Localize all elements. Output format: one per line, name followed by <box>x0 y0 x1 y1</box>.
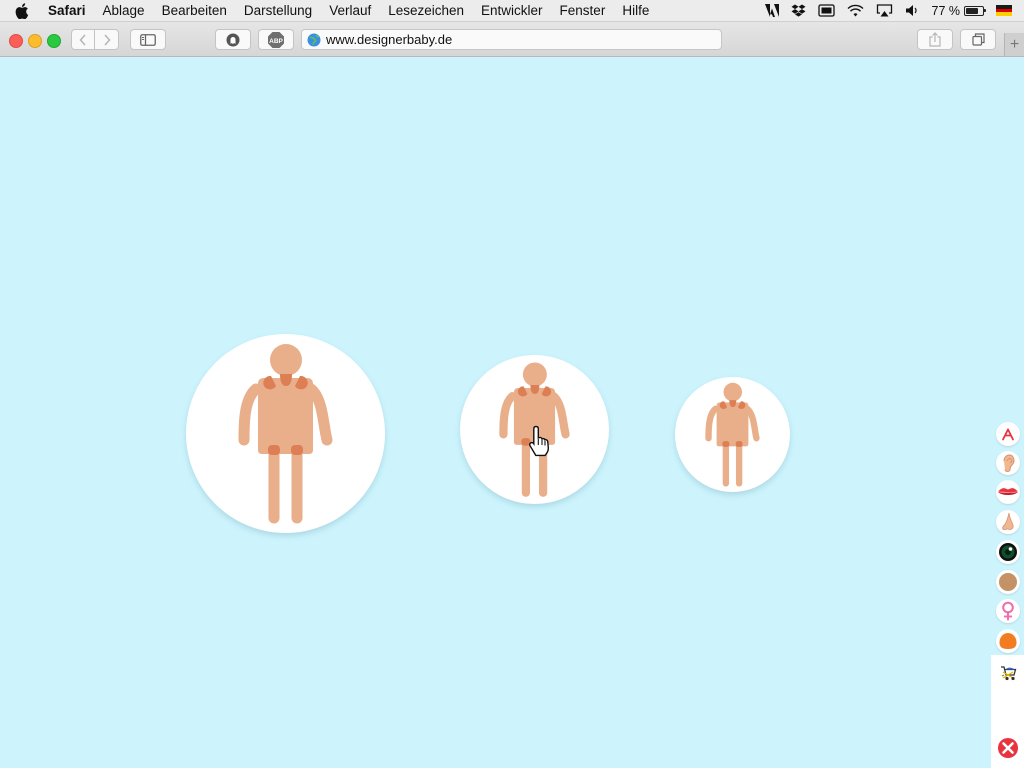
url-text: www.designerbaby.de <box>326 32 453 47</box>
battery-level <box>966 7 978 14</box>
plus-icon: + <box>1009 35 1020 53</box>
sidebar-icon <box>140 33 156 46</box>
adobe-icon[interactable] <box>764 4 779 17</box>
flag-de-icon[interactable] <box>996 5 1012 17</box>
hand-pointer-cursor-icon <box>529 425 550 457</box>
hair-color-icon[interactable] <box>996 629 1020 653</box>
eye-color-icon[interactable] <box>996 540 1020 564</box>
menu-bearbeiten[interactable]: Bearbeiten <box>162 3 227 18</box>
ear-icon[interactable] <box>996 451 1020 475</box>
close-window-button[interactable] <box>9 34 23 48</box>
close-icon[interactable] <box>996 736 1020 760</box>
menu-fenster[interactable]: Fenster <box>560 3 606 18</box>
lips-icon[interactable] <box>996 480 1020 504</box>
battery-icon[interactable] <box>964 5 986 16</box>
skin-tone-icon[interactable] <box>996 570 1020 594</box>
forward-button[interactable] <box>95 29 119 50</box>
adblock-extension-button[interactable]: ABP <box>258 29 294 50</box>
navigation-buttons <box>71 29 120 50</box>
apple-menu-icon[interactable] <box>14 2 30 19</box>
text-color-icon[interactable] <box>996 422 1020 446</box>
figure-large[interactable] <box>186 334 385 533</box>
share-icon <box>929 32 941 47</box>
browser-toolbar: ABP www.designerbaby.de <box>0 22 1024 57</box>
chevron-right-icon <box>103 33 111 46</box>
menu-ablage[interactable]: Ablage <box>103 3 145 18</box>
minimize-window-button[interactable] <box>28 34 42 48</box>
back-button[interactable] <box>71 29 95 50</box>
menu-lesezeichen[interactable]: Lesezeichen <box>388 3 464 18</box>
zoom-window-button[interactable] <box>47 34 61 48</box>
battery-percentage: 77 % <box>931 3 961 18</box>
chevron-left-icon <box>79 33 86 46</box>
menu-safari[interactable]: Safari <box>48 3 86 18</box>
person-figure-icon <box>705 382 760 487</box>
nose-icon[interactable] <box>996 510 1020 534</box>
share-button[interactable] <box>917 29 953 50</box>
abp-label: ABP <box>269 37 283 44</box>
menu-bar: Safari Ablage Bearbeiten Darstellung Ver… <box>0 0 1024 22</box>
globe-icon <box>307 33 321 47</box>
stroller-icon[interactable] <box>996 661 1020 685</box>
dropbox-icon[interactable] <box>791 4 806 17</box>
volume-icon[interactable] <box>905 4 920 17</box>
abp-icon: ABP <box>268 31 284 48</box>
wifi-icon[interactable] <box>847 4 864 17</box>
address-bar[interactable]: www.designerbaby.de <box>301 29 722 50</box>
tabs-overview-icon <box>971 33 985 46</box>
airplay-icon[interactable] <box>876 4 893 17</box>
menu-verlauf[interactable]: Verlauf <box>329 3 371 18</box>
new-tab-button[interactable]: + <box>1004 33 1024 56</box>
display-icon[interactable] <box>817 4 835 17</box>
status-area: 77 % <box>764 0 1024 21</box>
menu-entwickler[interactable]: Entwickler <box>481 3 543 18</box>
menu-hilfe[interactable]: Hilfe <box>622 3 649 18</box>
ghost-icon <box>226 33 240 46</box>
sidebar-button[interactable] <box>130 29 166 50</box>
ghostery-extension-button[interactable] <box>215 29 251 50</box>
show-tabs-button[interactable] <box>960 29 996 50</box>
menu-darstellung[interactable]: Darstellung <box>244 3 312 18</box>
figure-small[interactable] <box>675 377 790 492</box>
person-figure-icon <box>238 344 333 524</box>
female-gender-icon[interactable] <box>996 599 1020 623</box>
